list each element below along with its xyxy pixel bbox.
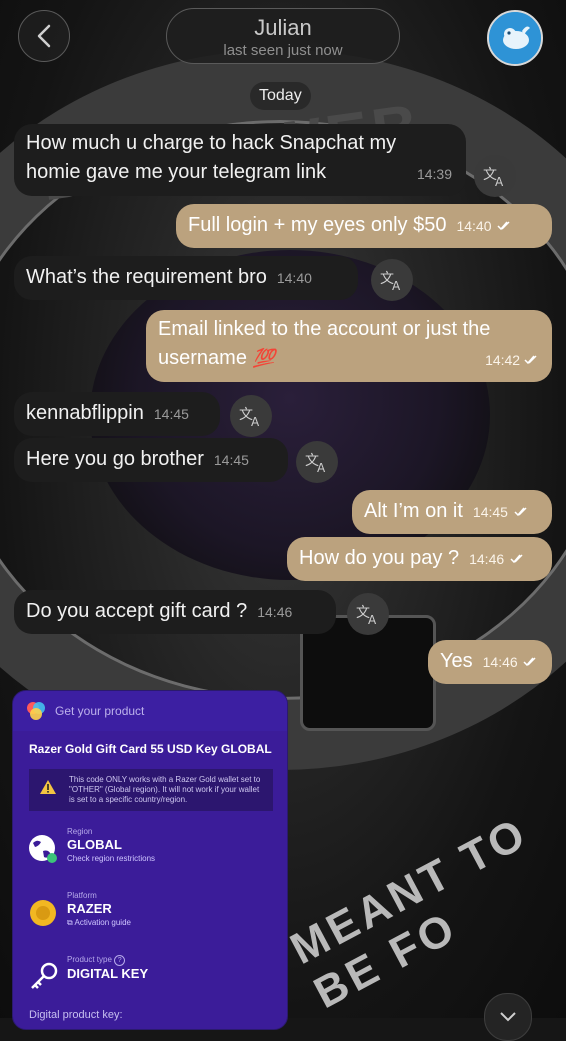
svg-text:A: A	[495, 175, 504, 187]
date-divider: Today	[250, 82, 311, 110]
razer-icon	[30, 900, 56, 926]
region-value: GLOBAL	[67, 837, 122, 852]
message-text: username	[158, 347, 247, 369]
message-time: 14:39	[416, 166, 452, 182]
message-incoming[interactable]: kennabflippin 14:45	[14, 392, 220, 436]
region-label: Region	[67, 827, 93, 836]
message-text: How much u charge to hack Snapchat my	[26, 132, 397, 154]
product-type-row: Product type ? DIGITAL KEY	[13, 955, 287, 1011]
svg-text:A: A	[392, 279, 401, 291]
message-text: Yes	[440, 650, 473, 672]
wallpaper-bottom-text: MEANT TO BE FO	[282, 808, 537, 1018]
product-type-value: DIGITAL KEY	[67, 966, 149, 981]
message-time: 14:45	[153, 406, 189, 422]
card-header-label: Get your product	[55, 704, 145, 718]
message-time: 14:46	[257, 604, 293, 620]
back-button[interactable]	[18, 10, 70, 62]
message-text: Do you accept gift card ?	[26, 600, 248, 622]
avatar-icon	[489, 12, 541, 64]
message-time: 14:40	[456, 218, 492, 234]
back-chevron-icon	[37, 24, 51, 48]
message-text: Alt I’m on it	[364, 500, 463, 522]
notice-text: This code ONLY works with a Razer Gold w…	[69, 775, 261, 804]
message-text: kennabflippin	[26, 402, 144, 424]
last-seen-status: last seen just now	[223, 42, 343, 59]
svg-text:A: A	[251, 415, 260, 427]
card-header: Get your product	[13, 691, 287, 731]
message-text: Email linked to the account or just the	[158, 318, 491, 340]
message-text: Here you go brother	[26, 448, 204, 470]
translate-icon: 文A	[483, 167, 504, 187]
digital-key-label: Digital product key:	[29, 1009, 123, 1021]
region-restrictions-link[interactable]: Check region restrictions	[67, 853, 287, 865]
svg-text:A: A	[368, 613, 377, 625]
product-type-label: Product type ?	[67, 955, 287, 966]
double-check-icon	[524, 355, 537, 365]
warning-icon	[40, 780, 56, 794]
contact-name: Julian	[254, 15, 312, 40]
message-incoming[interactable]: What’s the requirement bro 14:40	[14, 256, 358, 300]
translate-button[interactable]: 文A	[371, 259, 413, 301]
product-title: Razer Gold Gift Card 55 USD Key GLOBAL	[29, 742, 272, 756]
translate-icon: 文A	[356, 605, 377, 625]
message-text: Full login + my eyes only $50	[188, 214, 447, 236]
app-logo-icon	[27, 702, 45, 720]
product-type-label-text: Product type	[67, 955, 112, 964]
message-outgoing[interactable]: Yes 14:46	[428, 640, 552, 684]
platform-row: Platform RAZER ⧉ Activation guide	[13, 891, 287, 947]
platform-value: RAZER	[67, 901, 112, 916]
hundred-emoji: 💯	[252, 348, 275, 368]
translate-icon: 文A	[305, 453, 326, 473]
svg-text:A: A	[317, 461, 326, 473]
globe-icon	[29, 835, 57, 863]
chat-title-pill[interactable]: Julian last seen just now	[166, 8, 400, 64]
message-outgoing[interactable]: Email linked to the account or just the …	[146, 310, 552, 382]
message-text: What’s the requirement bro	[26, 266, 267, 288]
activation-guide-link[interactable]: ⧉ Activation guide	[67, 917, 287, 929]
scroll-down-button[interactable]	[484, 993, 532, 1041]
translate-button[interactable]: 文A	[347, 593, 389, 635]
message-time: 14:42	[485, 352, 521, 368]
chevron-down-icon	[500, 1012, 516, 1022]
message-outgoing[interactable]: Full login + my eyes only $50 14:40	[176, 204, 552, 248]
activation-guide-text: Activation guide	[74, 918, 131, 927]
message-incoming[interactable]: Here you go brother 14:45	[14, 438, 288, 482]
key-icon	[31, 962, 58, 989]
double-check-icon	[497, 221, 510, 230]
avatar[interactable]	[487, 10, 543, 66]
message-outgoing[interactable]: Alt I’m on it 14:45	[352, 490, 552, 534]
product-card-image[interactable]: Get your product Razer Gold Gift Card 55…	[12, 690, 288, 1030]
message-incoming[interactable]: Do you accept gift card ? 14:46	[14, 590, 336, 634]
double-check-icon	[514, 507, 527, 516]
help-icon[interactable]: ?	[114, 955, 126, 966]
platform-label: Platform	[67, 891, 97, 900]
message-time: 14:46	[469, 551, 505, 567]
translate-icon: 文A	[380, 271, 401, 291]
message-text: How do you pay ?	[299, 547, 460, 569]
region-row: Region GLOBAL Check region restrictions	[13, 827, 287, 883]
translate-button[interactable]: 文A	[296, 441, 338, 483]
message-time: 14:45	[472, 504, 508, 520]
message-time: 14:45	[213, 452, 249, 468]
double-check-icon	[523, 657, 536, 666]
message-time: 14:46	[482, 654, 518, 670]
translate-button[interactable]: 文A	[474, 155, 516, 197]
message-text: homie gave me your telegram link	[26, 161, 327, 183]
translate-button[interactable]: 文A	[230, 395, 272, 437]
message-outgoing[interactable]: How do you pay ? 14:46	[287, 537, 552, 581]
translate-icon: 文A	[239, 407, 260, 427]
message-time: 14:40	[276, 270, 312, 286]
double-check-icon	[510, 554, 523, 563]
region-notice: This code ONLY works with a Razer Gold w…	[29, 769, 273, 811]
message-incoming[interactable]: How much u charge to hack Snapchat my ho…	[14, 124, 466, 196]
